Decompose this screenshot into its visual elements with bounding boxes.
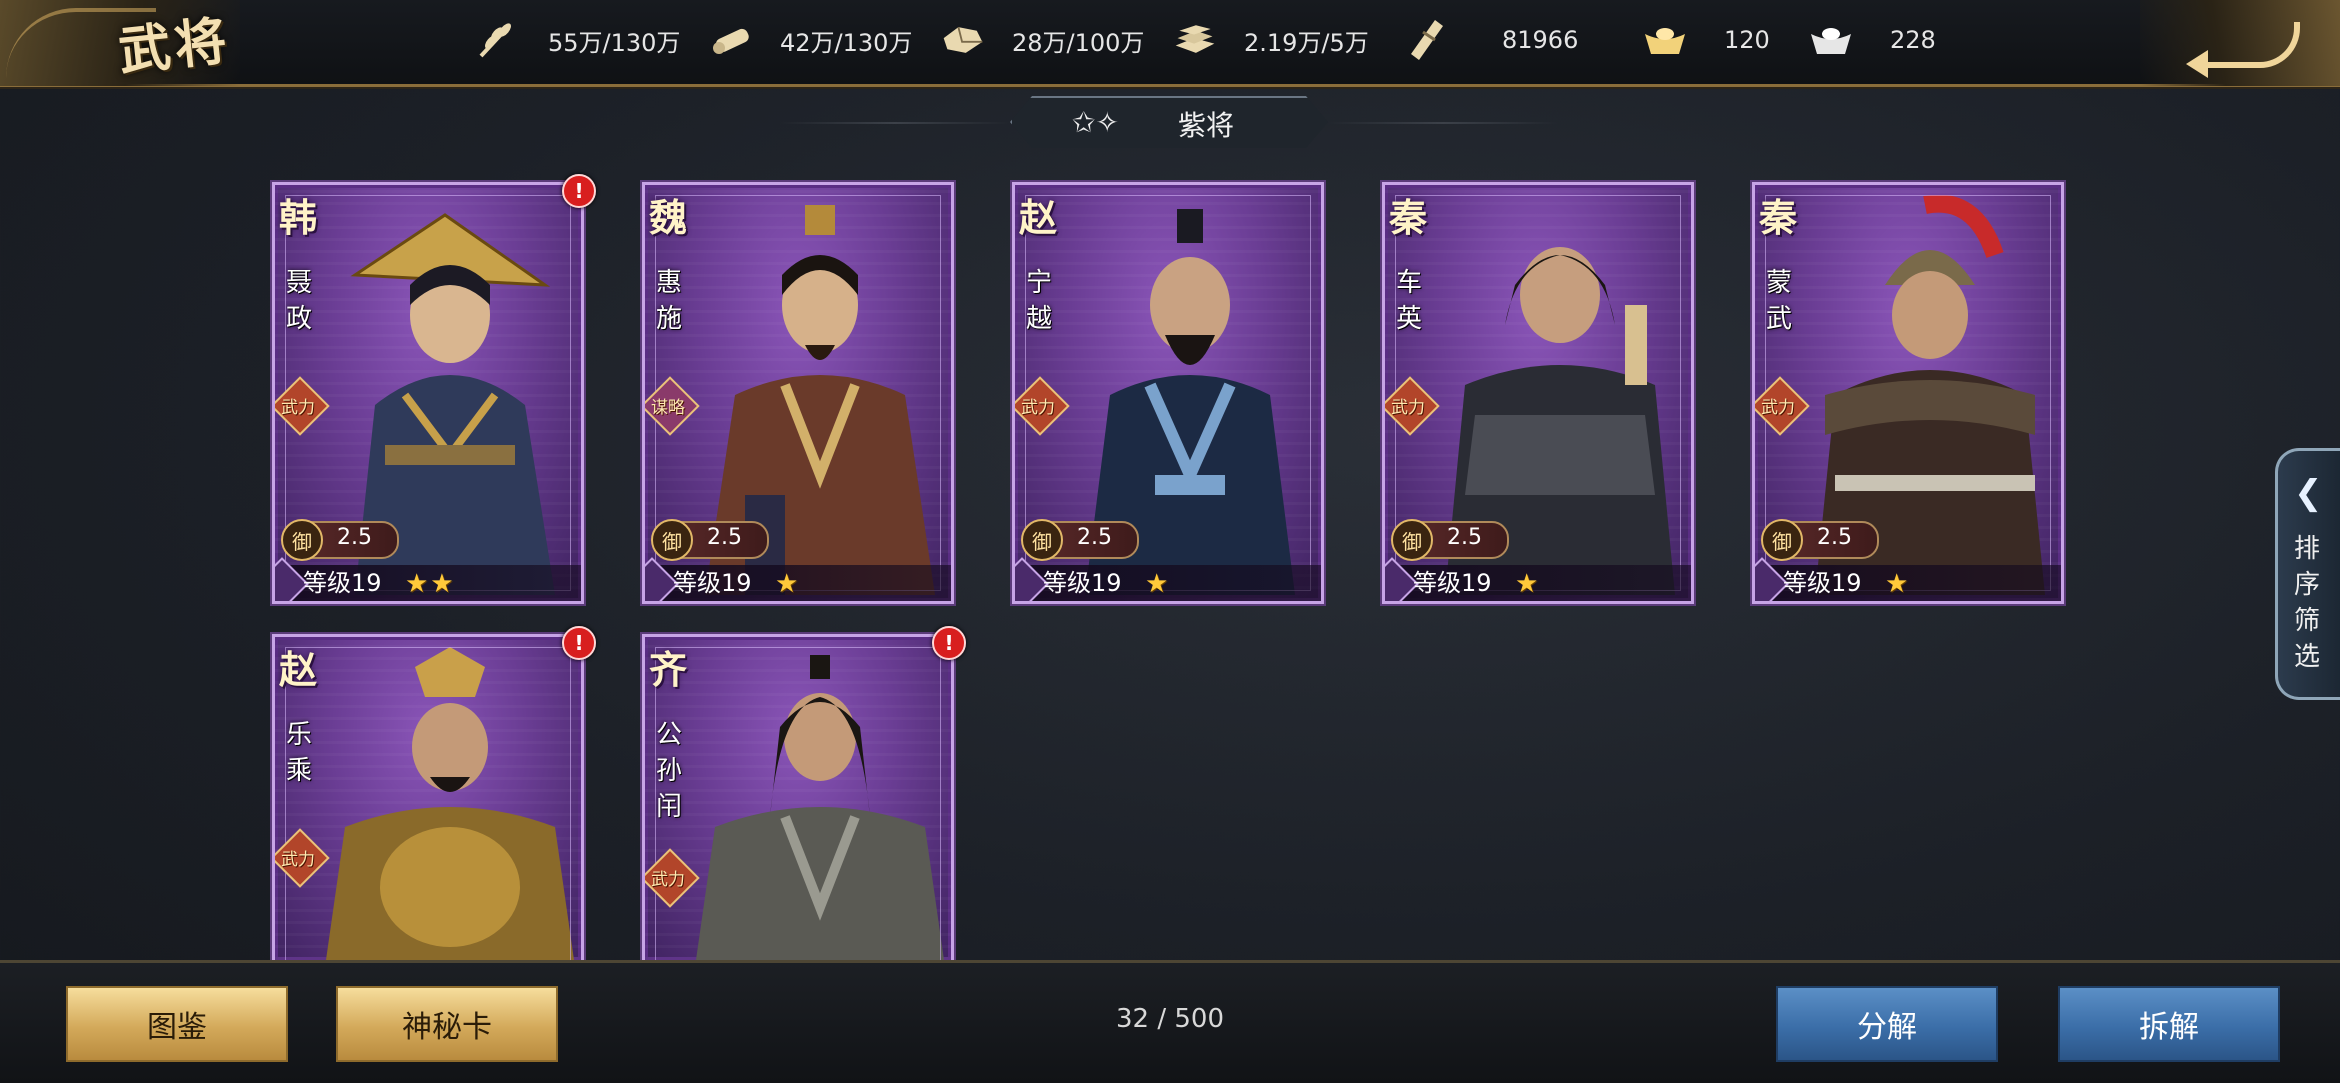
cost-icon: 御 bbox=[651, 519, 693, 561]
general-type: 武力 bbox=[281, 850, 315, 870]
general-level: 等级19 bbox=[1043, 569, 1122, 597]
resource-wood: 42万/130万 bbox=[708, 18, 912, 62]
gold-ingot-icon bbox=[1642, 18, 1688, 62]
stone-icon bbox=[940, 18, 986, 62]
sort-filter-label: 排序筛选 bbox=[2293, 534, 2320, 672]
general-name: 聂政 bbox=[285, 268, 312, 334]
page-title: 武将 bbox=[115, 10, 234, 83]
alert-badge: ! bbox=[562, 626, 596, 660]
back-arrow-icon bbox=[2186, 22, 2300, 78]
general-type: 武力 bbox=[651, 870, 685, 890]
state-label: 秦 bbox=[1389, 195, 1428, 240]
general-card[interactable]: 魏 惠施 谋略 御 2.5 等级19 ★ bbox=[642, 182, 954, 604]
cost-badge: 御 2.5 bbox=[281, 519, 399, 561]
resource-silver: 228 bbox=[1808, 18, 1936, 62]
cost-value: 2.5 bbox=[1447, 525, 1482, 550]
general-card[interactable]: 韩 聂政 武力 御 2.5 等级19 ★★ bbox=[272, 182, 584, 604]
state-label: 韩 bbox=[279, 195, 318, 240]
resource-wood-value: 42万/130万 bbox=[780, 28, 913, 57]
resource-iron: 2.19万/5万 bbox=[1172, 18, 1369, 62]
resource-grain-value: 55万/130万 bbox=[548, 28, 681, 57]
general-type: 武力 bbox=[281, 398, 315, 418]
section-label: 紫将 bbox=[1177, 109, 1234, 142]
section-header: ✩✧ 紫将 bbox=[1010, 96, 1328, 148]
star-rating: ★ bbox=[1515, 569, 1541, 599]
top-bar: 武将 55万/130万 42万/130万 28万/100万 2.19万/5万 8… bbox=[0, 0, 2340, 87]
general-card[interactable]: 赵 宁越 武力 御 2.5 等级19 ★ bbox=[1012, 182, 1324, 604]
cost-badge: 御 2.5 bbox=[1391, 519, 1509, 561]
general-level: 等级19 bbox=[303, 569, 382, 597]
general-type: 武力 bbox=[1761, 398, 1795, 418]
star-rating: ★ bbox=[1145, 569, 1171, 599]
general-level: 等级19 bbox=[673, 569, 752, 597]
state-label: 赵 bbox=[279, 647, 318, 692]
general-card[interactable]: 齐 公孙闬 武力 bbox=[642, 634, 954, 960]
resource-gold: 120 bbox=[1642, 18, 1770, 62]
resource-bamboo-slip: 81966 bbox=[1404, 18, 1578, 62]
resource-grain: 55万/130万 bbox=[476, 18, 680, 62]
general-name: 乐乘 bbox=[285, 720, 312, 786]
alert-badge: ! bbox=[932, 626, 966, 660]
cost-badge: 御 2.5 bbox=[1021, 519, 1139, 561]
section-stars-icon: ✩✧ bbox=[1072, 106, 1119, 139]
general-name: 蒙武 bbox=[1765, 268, 1792, 334]
cost-value: 2.5 bbox=[337, 525, 372, 550]
section-divider-right bbox=[1328, 122, 1558, 124]
state-label: 齐 bbox=[649, 647, 688, 692]
general-type: 武力 bbox=[1391, 398, 1425, 418]
cost-badge: 御 2.5 bbox=[651, 519, 769, 561]
state-label: 秦 bbox=[1759, 195, 1798, 240]
state-label: 魏 bbox=[649, 195, 688, 240]
bamboo-slip-icon bbox=[1404, 18, 1450, 62]
cost-icon: 御 bbox=[281, 519, 323, 561]
mystery-card-button[interactable]: 神秘卡 bbox=[336, 986, 558, 1062]
general-type: 武力 bbox=[1021, 398, 1055, 418]
chevron-left-icon: ❮ bbox=[2294, 473, 2323, 513]
star-rating: ★ bbox=[1885, 569, 1911, 599]
cost-icon: 御 bbox=[1761, 519, 1803, 561]
resource-bamboo-slip-value: 81966 bbox=[1502, 26, 1579, 54]
cost-icon: 御 bbox=[1021, 519, 1063, 561]
general-level: 等级19 bbox=[1413, 569, 1492, 597]
general-card[interactable]: 赵 乐乘 武力 bbox=[272, 634, 584, 960]
cost-value: 2.5 bbox=[707, 525, 742, 550]
cost-badge: 御 2.5 bbox=[1761, 519, 1879, 561]
general-name: 宁越 bbox=[1025, 268, 1052, 334]
star-rating: ★★ bbox=[405, 569, 456, 599]
general-count: 32 / 500 bbox=[1116, 1004, 1224, 1034]
cost-value: 2.5 bbox=[1817, 525, 1852, 550]
general-name: 惠施 bbox=[655, 268, 682, 334]
general-card[interactable]: 秦 蒙武 武力 御 2.5 等级19 ★ bbox=[1752, 182, 2064, 604]
sort-filter-tab[interactable]: ❮ 排序筛选 bbox=[2275, 448, 2340, 700]
resource-iron-value: 2.19万/5万 bbox=[1244, 28, 1369, 57]
resource-silver-value: 228 bbox=[1890, 26, 1936, 54]
codex-button[interactable]: 图鉴 bbox=[66, 986, 288, 1062]
general-name: 公孙闬 bbox=[655, 720, 682, 822]
star-rating: ★ bbox=[775, 569, 801, 599]
resource-stone: 28万/100万 bbox=[940, 18, 1144, 62]
state-label: 赵 bbox=[1019, 195, 1058, 240]
iron-icon bbox=[1172, 18, 1218, 62]
silver-ingot-icon bbox=[1808, 18, 1854, 62]
cost-icon: 御 bbox=[1391, 519, 1433, 561]
decompose-button[interactable]: 分解 bbox=[1776, 986, 1998, 1062]
back-button[interactable] bbox=[2140, 0, 2340, 86]
grain-icon bbox=[476, 18, 522, 62]
general-type: 谋略 bbox=[651, 398, 685, 418]
dismantle-button[interactable]: 拆解 bbox=[2058, 986, 2280, 1062]
general-level: 等级19 bbox=[1783, 569, 1862, 597]
cost-value: 2.5 bbox=[1077, 525, 1112, 550]
resource-gold-value: 120 bbox=[1724, 26, 1770, 54]
alert-badge: ! bbox=[562, 174, 596, 208]
general-name: 车英 bbox=[1395, 268, 1422, 334]
general-card[interactable]: 秦 车英 武力 御 2.5 等级19 ★ bbox=[1382, 182, 1694, 604]
title-plate: 武将 bbox=[0, 0, 240, 86]
resource-stone-value: 28万/100万 bbox=[1012, 28, 1145, 57]
section-divider-left bbox=[780, 122, 1010, 124]
wood-icon bbox=[708, 18, 754, 62]
